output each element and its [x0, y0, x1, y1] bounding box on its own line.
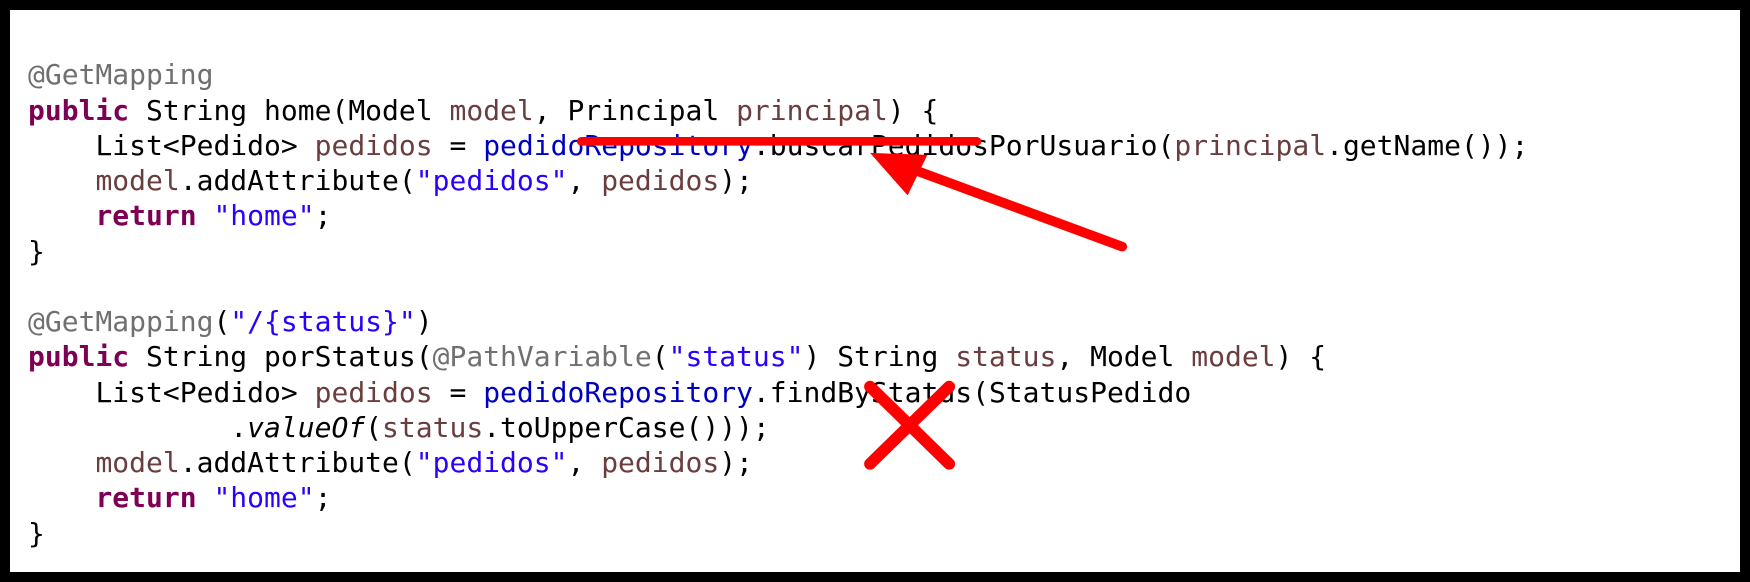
field-repo-1: pedidoRepository — [483, 129, 753, 162]
param-name-model-2: model — [1191, 340, 1275, 373]
keyword-public-2: public — [28, 340, 129, 373]
param-name-model-1: model — [449, 94, 533, 127]
param-type-model-1: Model — [348, 94, 432, 127]
string-status-path: "/{status}" — [230, 305, 415, 338]
string-home-2: "home" — [213, 481, 314, 514]
var-status-call: status — [382, 411, 483, 444]
param-type-string: String — [837, 340, 938, 373]
method-touppercase: toUpperCase — [500, 411, 685, 444]
var-model-1: model — [95, 164, 179, 197]
param-type-model-2: Model — [1090, 340, 1174, 373]
type-statuspedido: StatusPedido — [989, 376, 1191, 409]
type-list-1: List — [95, 129, 162, 162]
method-addattr-2: addAttribute — [197, 446, 399, 479]
method-name-porstatus: porStatus — [264, 340, 416, 373]
type-pedido-2: Pedido — [180, 376, 281, 409]
param-name-principal: principal — [736, 94, 888, 127]
type-list-2: List — [95, 376, 162, 409]
var-model-2: model — [95, 446, 179, 479]
string-home-1: "home" — [213, 199, 314, 232]
method-getname: getName — [1343, 129, 1461, 162]
string-pedidos-2: "pedidos" — [416, 446, 568, 479]
string-status-pv: "status" — [669, 340, 804, 373]
keyword-public-1: public — [28, 94, 129, 127]
var-pedidos-arg-2: pedidos — [601, 446, 719, 479]
field-repo-2: pedidoRepository — [483, 376, 753, 409]
type-string-1: String — [146, 94, 247, 127]
method-name-home: home — [264, 94, 331, 127]
var-principal-call: principal — [1174, 129, 1326, 162]
method-valueof: valueOf — [247, 411, 365, 444]
annotation-pathvariable: @PathVariable — [433, 340, 652, 373]
var-pedidos-1: pedidos — [315, 129, 433, 162]
type-string-2: String — [146, 340, 247, 373]
param-type-principal: Principal — [568, 94, 720, 127]
method-addattr-1: addAttribute — [197, 164, 399, 197]
keyword-return-1: return — [95, 199, 196, 232]
method-findbystatus: findByStatus — [770, 376, 972, 409]
type-pedido-1: Pedido — [180, 129, 281, 162]
code-block: @GetMapping public String home(Model mod… — [0, 0, 1750, 582]
annotation-getmapping-2: @GetMapping — [28, 305, 213, 338]
var-pedidos-arg-1: pedidos — [601, 164, 719, 197]
var-pedidos-2: pedidos — [315, 376, 433, 409]
annotation-getmapping-1: @GetMapping — [28, 58, 213, 91]
keyword-return-2: return — [95, 481, 196, 514]
arrow-annotation — [870, 153, 1122, 247]
string-pedidos-1: "pedidos" — [416, 164, 568, 197]
param-name-status: status — [955, 340, 1056, 373]
method-buscar: buscarPedidosPorUsuario — [770, 129, 1158, 162]
